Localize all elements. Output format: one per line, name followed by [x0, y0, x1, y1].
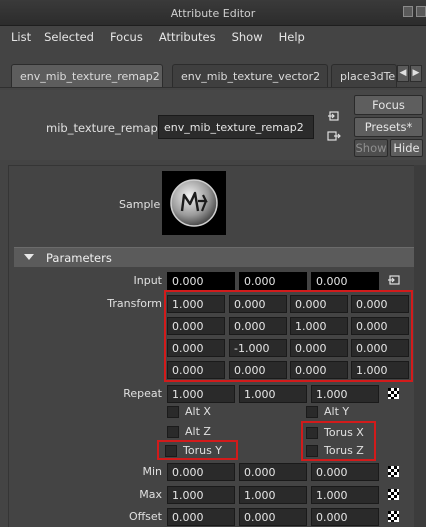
transform-cell-r2-c3[interactable]: 0.000 — [351, 339, 409, 357]
node-type-label: mib_texture_remap: — [46, 121, 162, 135]
transform-cell-r0-c1[interactable]: 0.000 — [229, 295, 287, 313]
alt-z-checkbox[interactable]: Alt Z — [167, 425, 211, 438]
menu-selected[interactable]: Selected — [38, 28, 104, 48]
presets-button[interactable]: Presets* — [354, 117, 423, 137]
maximize-icon[interactable] — [416, 6, 426, 17]
tab-env-mib-texture-vector2[interactable]: env_mib_texture_vector2 — [172, 64, 328, 87]
transform-cell-r1-c0[interactable]: 0.000 — [167, 317, 225, 335]
restore-icon[interactable] — [403, 6, 413, 17]
max-label: Max — [139, 488, 162, 501]
menu-bar: List Selected Focus Attributes Show Help — [0, 28, 426, 48]
input-y-field[interactable]: 0.000 — [239, 272, 307, 290]
transform-cell-r0-c2[interactable]: 0.000 — [290, 295, 348, 313]
repeat-z-field[interactable]: 1.000 — [311, 385, 379, 403]
window-controls — [403, 6, 426, 17]
node-name-field[interactable]: env_mib_texture_remap2 — [158, 115, 314, 139]
menu-focus[interactable]: Focus — [104, 28, 153, 48]
offset-z-field[interactable]: 0.000 — [311, 508, 379, 526]
menu-show[interactable]: Show — [226, 28, 273, 48]
input-x-field[interactable]: 0.000 — [167, 272, 235, 290]
section-title: Parameters — [46, 251, 112, 265]
offset-label: Offset — [128, 510, 162, 523]
repeat-x-field[interactable]: 1.000 — [167, 385, 235, 403]
transform-cell-r3-c3[interactable]: 1.000 — [351, 361, 409, 379]
output-connection-icon[interactable] — [326, 129, 342, 143]
sample-swatch[interactable] — [162, 171, 226, 235]
parameters-section-header[interactable]: Parameters — [14, 247, 426, 267]
alt-x-checkbox[interactable]: Alt X — [167, 405, 211, 418]
transform-cell-r2-c0[interactable]: 0.000 — [167, 339, 225, 357]
min-label: Min — [142, 465, 162, 478]
max-checker-icon[interactable] — [388, 489, 399, 500]
min-y-field[interactable]: 0.000 — [239, 463, 307, 481]
window-title: Attribute Editor — [170, 7, 256, 20]
torus-x-box[interactable] — [306, 426, 318, 439]
maya-logo-icon — [170, 179, 218, 227]
transform-cell-r0-c0[interactable]: 1.000 — [167, 295, 225, 313]
repeat-checker-icon[interactable] — [388, 388, 399, 399]
transform-cell-r3-c0[interactable]: 0.000 — [167, 361, 225, 379]
menu-list[interactable]: List — [0, 28, 38, 48]
offset-y-field[interactable]: 0.000 — [239, 508, 307, 526]
transform-cell-r2-c2[interactable]: 0.000 — [290, 339, 348, 357]
transform-cell-r1-c3[interactable]: 0.000 — [351, 317, 409, 335]
torus-y-box[interactable] — [165, 444, 177, 457]
tab-env-mib-texture-remap2[interactable]: env_mib_texture_remap2 — [11, 64, 163, 87]
alt-x-box[interactable] — [167, 405, 179, 418]
show-button[interactable]: Show — [354, 139, 388, 157]
torus-y-checkbox[interactable]: Torus Y — [165, 444, 222, 457]
torus-z-box[interactable] — [306, 444, 318, 457]
transform-cell-r2-c1[interactable]: -1.000 — [229, 339, 287, 357]
transform-cell-r1-c1[interactable]: 0.000 — [229, 317, 287, 335]
input-map-icon[interactable] — [386, 273, 402, 287]
hide-button[interactable]: Hide — [390, 139, 423, 157]
alt-y-checkbox[interactable]: Alt Y — [306, 405, 349, 418]
torus-x-checkbox[interactable]: Torus X — [306, 426, 364, 439]
tab-place3dtexture[interactable]: place3dTe — [331, 64, 397, 87]
transform-cell-r3-c1[interactable]: 0.000 — [229, 361, 287, 379]
collapse-arrow-icon[interactable] — [24, 254, 34, 260]
offset-x-field[interactable]: 0.000 — [167, 508, 235, 526]
focus-button[interactable]: Focus — [354, 95, 423, 115]
repeat-y-field[interactable]: 1.000 — [239, 385, 307, 403]
menu-attributes[interactable]: Attributes — [153, 28, 226, 48]
repeat-label: Repeat — [123, 387, 162, 400]
torus-z-checkbox[interactable]: Torus Z — [306, 444, 364, 457]
input-z-field[interactable]: 0.000 — [311, 272, 379, 290]
window-titlebar: Attribute Editor — [0, 0, 426, 26]
alt-y-box[interactable] — [306, 405, 318, 418]
node-tabs: env_mib_texture_remap2 env_mib_texture_v… — [0, 58, 426, 88]
transform-cell-r3-c2[interactable]: 0.000 — [290, 361, 348, 379]
transform-cell-r1-c2[interactable]: 1.000 — [290, 317, 348, 335]
sample-label: Sample — [119, 198, 161, 211]
menu-help[interactable]: Help — [273, 28, 315, 48]
max-y-field[interactable]: 1.000 — [239, 486, 307, 504]
tab-scroll-right-icon[interactable]: ▶ — [410, 65, 422, 82]
alt-z-box[interactable] — [167, 425, 179, 438]
min-checker-icon[interactable] — [388, 466, 399, 477]
max-z-field[interactable]: 1.000 — [311, 486, 379, 504]
vertical-scrollbar[interactable] — [414, 165, 426, 527]
input-label: Input — [133, 274, 162, 287]
min-x-field[interactable]: 0.000 — [167, 463, 235, 481]
input-connection-icon[interactable] — [326, 109, 342, 123]
offset-checker-icon[interactable] — [388, 511, 399, 522]
max-x-field[interactable]: 1.000 — [167, 486, 235, 504]
transform-cell-r0-c3[interactable]: 0.000 — [351, 295, 409, 313]
tab-scroll-left-icon[interactable]: ◀ — [397, 65, 409, 82]
min-z-field[interactable]: 0.000 — [311, 463, 379, 481]
transform-label: Transform — [107, 297, 162, 310]
